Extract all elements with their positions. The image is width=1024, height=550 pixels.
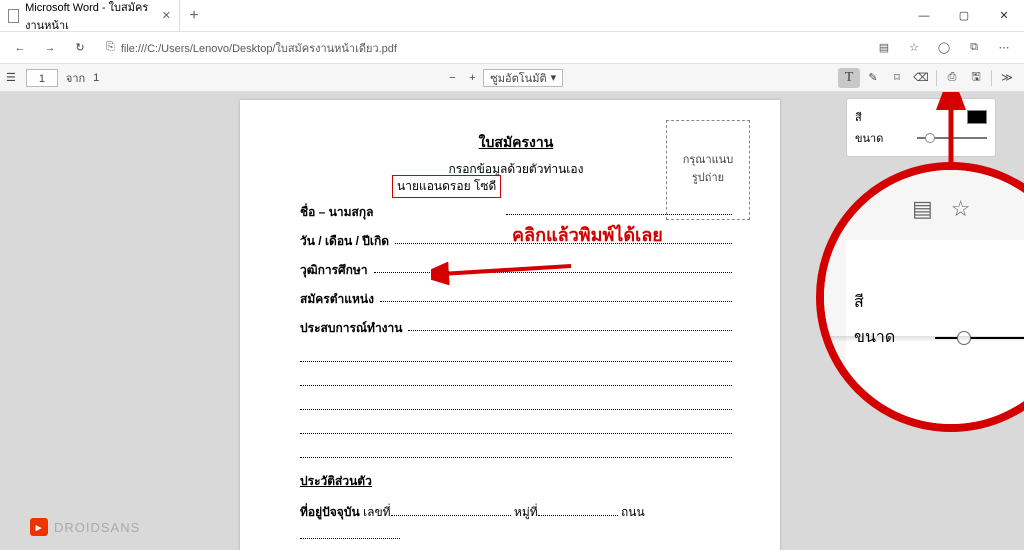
window-minimize[interactable]: — bbox=[904, 0, 944, 31]
more-tools-icon[interactable]: ≫ bbox=[996, 68, 1018, 88]
tab-title: Microsoft Word - ใบสมัครงานหน้าเ bbox=[25, 0, 152, 34]
reader-mode-icon[interactable]: ▤ bbox=[872, 36, 896, 60]
menu-icon[interactable]: ⋯ bbox=[992, 36, 1016, 60]
nav-forward-button[interactable]: → bbox=[38, 36, 62, 60]
window-titlebar: Microsoft Word - ใบสมัครงานหน้าเ ✕ + — ▢… bbox=[0, 0, 1024, 32]
text-edit-box[interactable]: นายแอนดรอย โซดี bbox=[392, 175, 501, 198]
field-dob-label: วัน / เดือน / ปีเกิด bbox=[300, 232, 389, 251]
print-button[interactable]: ⎙ bbox=[941, 68, 963, 88]
field-name-label: ชื่อ – นามสกุล bbox=[300, 203, 374, 222]
url-text: file:///C:/Users/Lenovo/Desktop/ใบสมัครง… bbox=[121, 39, 397, 57]
dotted-line bbox=[300, 420, 732, 434]
browser-tab[interactable]: Microsoft Word - ใบสมัครงานหน้าเ ✕ bbox=[0, 0, 180, 31]
chevron-down-icon: ▾ bbox=[551, 71, 557, 84]
url-input[interactable]: ⎘ file:///C:/Users/Lenovo/Desktop/ใบสมัค… bbox=[98, 36, 860, 60]
favorite-icon[interactable]: ☆ bbox=[951, 196, 971, 222]
toolbar-separator bbox=[936, 70, 937, 86]
page-number-input[interactable]: 1 bbox=[26, 69, 58, 87]
photo-placeholder: กรุณาแนบ รูปถ่าย bbox=[666, 120, 750, 220]
pen-tool-icon[interactable]: ✎ bbox=[862, 68, 884, 88]
size-slider[interactable] bbox=[917, 137, 987, 139]
nav-reload-button[interactable]: ↻ bbox=[68, 36, 92, 60]
watermark-text: DROIDSANS bbox=[54, 520, 140, 535]
window-maximize[interactable]: ▢ bbox=[944, 0, 984, 31]
save-button[interactable]: 🖫 bbox=[965, 68, 987, 88]
droidsans-logo-icon: ▸ bbox=[30, 518, 48, 536]
section-personal: ประวัติส่วนตัว bbox=[300, 472, 732, 491]
size-label: ขนาด bbox=[855, 129, 883, 147]
highlight-tool-icon[interactable]: ⌑ bbox=[886, 68, 908, 88]
field-edu-label: วุฒิการศึกษา bbox=[300, 261, 368, 280]
address-block: ที่อยู่ปัจจุบัน เลขที่ หมู่ที่ ถนน ตำบล/… bbox=[300, 501, 732, 550]
sidebar-toggle-icon[interactable]: ☰ bbox=[6, 71, 16, 84]
page-total: 1 bbox=[93, 72, 99, 84]
zoom-out-button[interactable]: − bbox=[443, 72, 461, 84]
field-exp-label: ประสบการณ์ทำงาน bbox=[300, 319, 402, 338]
color-label: สี bbox=[854, 290, 864, 315]
new-tab-button[interactable]: + bbox=[180, 0, 208, 31]
zoom-select[interactable]: ซูมอัตโนมัติ ▾ bbox=[483, 69, 563, 87]
pdf-viewer[interactable]: สี ขนาด กรุณาแนบ รูปถ่าย ใบสมัครงาน กรอก… bbox=[0, 92, 1024, 550]
page-icon bbox=[8, 9, 19, 23]
reader-mode-icon[interactable]: ▤ bbox=[912, 196, 933, 222]
page-sep-label: จาก bbox=[66, 69, 85, 87]
zoom-in-button[interactable]: + bbox=[463, 72, 481, 84]
close-tab-icon[interactable]: ✕ bbox=[162, 9, 171, 22]
pdf-page[interactable]: กรุณาแนบ รูปถ่าย ใบสมัครงาน กรอกข้อมูลด้… bbox=[240, 100, 780, 550]
color-swatch[interactable] bbox=[967, 110, 987, 124]
text-tool-properties: สี ขนาด bbox=[846, 98, 996, 157]
watermark: ▸ DROIDSANS bbox=[30, 518, 140, 536]
profile-icon[interactable]: ◯ bbox=[932, 36, 956, 60]
pdf-toolbar: ☰ 1 จาก 1 − + ซูมอัตโนมัติ ▾ T ✎ ⌑ ⌫ ⎙ 🖫… bbox=[0, 64, 1024, 92]
dotted-line bbox=[300, 444, 732, 458]
nav-back-button[interactable]: ← bbox=[8, 36, 32, 60]
collections-icon[interactable]: ⧉ bbox=[962, 36, 986, 60]
annotation-hint-text: คลิกแล้วพิมพ์ได้เลย bbox=[512, 220, 663, 249]
address-bar: ← → ↻ ⎘ file:///C:/Users/Lenovo/Desktop/… bbox=[0, 32, 1024, 64]
favorite-icon[interactable]: ☆ bbox=[902, 36, 926, 60]
annotation-zoom-circle: ▤ ☆ T สี ขนาด bbox=[816, 162, 1024, 432]
dotted-line bbox=[300, 348, 732, 362]
text-annotation-tool[interactable]: T bbox=[838, 68, 860, 88]
erase-tool-icon[interactable]: ⌫ bbox=[910, 68, 932, 88]
color-label: สี bbox=[855, 108, 862, 126]
toolbar-separator bbox=[991, 70, 992, 86]
titlebar-drag-area bbox=[208, 0, 904, 31]
dotted-line bbox=[300, 372, 732, 386]
field-pos-label: สมัครตำแหน่ง bbox=[300, 290, 374, 309]
file-scheme-icon: ⎘ bbox=[106, 41, 115, 54]
dotted-line bbox=[300, 396, 732, 410]
window-close[interactable]: ✕ bbox=[984, 0, 1024, 31]
